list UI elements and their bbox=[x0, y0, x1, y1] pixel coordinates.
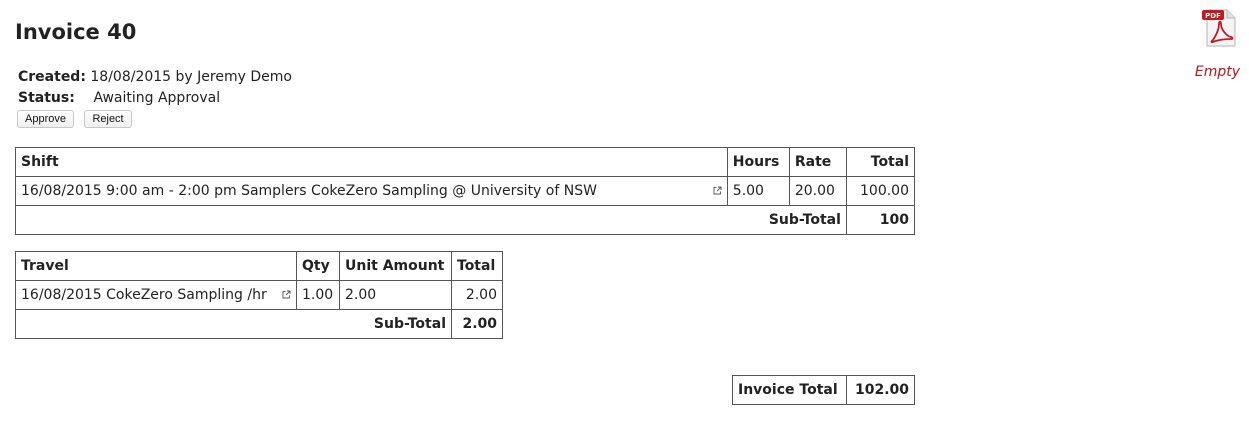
status-row: Status: Awaiting Approval bbox=[18, 88, 292, 109]
subtotal-value: 2.00 bbox=[451, 309, 503, 339]
shift-column-header: Shift bbox=[15, 147, 728, 177]
shift-link[interactable]: 16/08/2015 9:00 am - 2:00 pm Samplers Co… bbox=[21, 183, 597, 199]
pdf-file-icon[interactable]: PDF bbox=[1199, 6, 1241, 50]
invoice-total-row: Invoice Total 102.00 bbox=[732, 375, 915, 405]
table-row: 16/08/2015 9:00 am - 2:00 pm Samplers Co… bbox=[15, 176, 916, 206]
invoice-total-label: Invoice Total bbox=[732, 375, 847, 405]
status-label: Status: bbox=[18, 90, 75, 106]
rate-cell: 20.00 bbox=[788, 176, 847, 206]
qty-column-header: Qty bbox=[296, 251, 340, 281]
invoice-total-table: Invoice Total 102.00 bbox=[732, 375, 915, 405]
subtotal-value: 100 bbox=[845, 205, 916, 235]
external-link-icon[interactable] bbox=[282, 290, 291, 299]
created-label: Created: bbox=[18, 69, 86, 85]
invoice-meta: Created: 18/08/2015 by Jeremy Demo Statu… bbox=[18, 67, 292, 109]
travel-link[interactable]: 16/08/2015 CokeZero Sampling /hr bbox=[21, 287, 267, 303]
shift-cell: 16/08/2015 9:00 am - 2:00 pm Samplers Co… bbox=[15, 176, 728, 206]
attachment-empty-label: Empty bbox=[1194, 64, 1240, 80]
shifts-table: Shift Hours Rate Total 16/08/2015 9:00 a… bbox=[15, 147, 916, 235]
pdf-badge-text: PDF bbox=[1205, 12, 1221, 20]
total-column-header: Total bbox=[845, 147, 916, 177]
total-cell: 2.00 bbox=[451, 280, 503, 310]
table-header-row: Travel Qty Unit Amount Total bbox=[15, 251, 503, 281]
total-cell: 100.00 bbox=[845, 176, 916, 206]
travel-cell: 16/08/2015 CokeZero Sampling /hr bbox=[15, 280, 297, 310]
total-column-header: Total bbox=[451, 251, 503, 281]
subtotal-row: Sub-Total 2.00 bbox=[15, 309, 503, 339]
hours-cell: 5.00 bbox=[726, 176, 790, 206]
status-value: Awaiting Approval bbox=[93, 90, 221, 106]
unit-amount-cell: 2.00 bbox=[339, 280, 452, 310]
unit-amount-column-header: Unit Amount bbox=[339, 251, 452, 281]
created-row: Created: 18/08/2015 by Jeremy Demo bbox=[18, 67, 292, 88]
approval-actions: Approve Reject bbox=[17, 110, 138, 128]
subtotal-row: Sub-Total 100 bbox=[15, 205, 916, 235]
table-header-row: Shift Hours Rate Total bbox=[15, 147, 916, 177]
subtotal-label: Sub-Total bbox=[15, 309, 452, 339]
approve-button[interactable]: Approve bbox=[17, 110, 74, 128]
hours-column-header: Hours bbox=[726, 147, 790, 177]
travel-table: Travel Qty Unit Amount Total 16/08/2015 … bbox=[15, 251, 503, 339]
page-title: Invoice 40 bbox=[15, 20, 137, 44]
external-link-icon[interactable] bbox=[713, 186, 722, 195]
table-row: 16/08/2015 CokeZero Sampling /hr 1.00 2.… bbox=[15, 280, 503, 310]
reject-button[interactable]: Reject bbox=[84, 110, 132, 128]
travel-column-header: Travel bbox=[15, 251, 297, 281]
invoice-total-value: 102.00 bbox=[846, 375, 915, 405]
created-value: 18/08/2015 by Jeremy Demo bbox=[90, 69, 292, 85]
qty-cell: 1.00 bbox=[296, 280, 340, 310]
subtotal-label: Sub-Total bbox=[15, 205, 847, 235]
rate-column-header: Rate bbox=[788, 147, 847, 177]
